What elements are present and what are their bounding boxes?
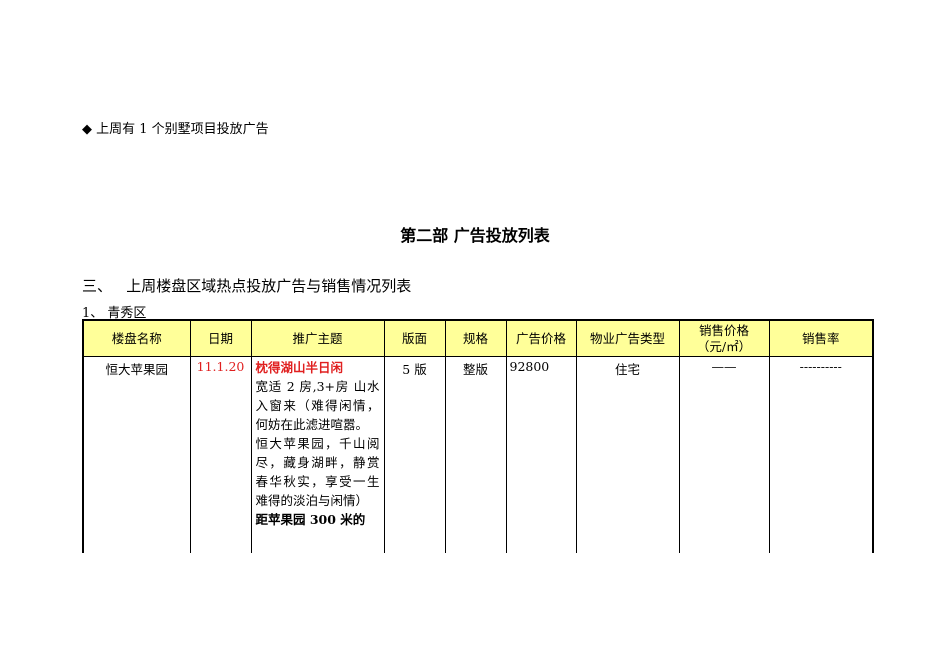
theme-bold-line: 距苹果园 300 米的 <box>255 512 366 527</box>
header-sale-price: 销售价格 （元/㎡） <box>678 319 770 357</box>
cell-type: 住宅 <box>575 356 680 553</box>
cell-price: 92800 <box>505 356 577 553</box>
header-sale-price-label: 销售价格 <box>698 322 749 338</box>
bullet-text: 上周有 1 个别墅项目投放广告 <box>96 122 269 137</box>
cell-date: 11.1.20 <box>189 356 252 553</box>
header-name: 楼盘名称 <box>82 319 191 357</box>
document-page: ◆ 上周有 1 个别墅项目投放广告 第二部 广告投放列表 三、 上周楼盘区域热点… <box>0 0 950 672</box>
section-heading: 三、 上周楼盘区域热点投放广告与销售情况列表 <box>82 277 412 295</box>
cell-sale-rate: ---------- <box>768 356 874 553</box>
cell-theme: 枕得湖山半日闲 宽适 2 房,3+房 山水入窗来（难得闲情，何妨在此滤进喧嚣。 … <box>250 356 385 553</box>
header-size: 规格 <box>444 319 507 357</box>
header-theme: 推广主题 <box>250 319 385 357</box>
header-sale-rate: 销售率 <box>768 319 874 357</box>
cell-size: 整版 <box>444 356 507 553</box>
bullet-line: ◆ 上周有 1 个别墅项目投放广告 <box>82 118 269 137</box>
cell-sale-price: —— <box>678 356 770 553</box>
theme-line: 宽适 2 房,3+房 山水入窗来（难得闲情，何妨在此滤进喧嚣。 <box>255 379 380 432</box>
header-page: 版面 <box>383 319 446 357</box>
ad-table: 楼盘名称 日期 推广主题 版面 规格 广告价格 物业广告类型 销售价格 （元/㎡）… <box>82 319 874 553</box>
header-sale-price-unit: （元/㎡） <box>696 338 752 354</box>
table-header-row: 楼盘名称 日期 推广主题 版面 规格 广告价格 物业广告类型 销售价格 （元/㎡）… <box>82 319 874 357</box>
theme-line: 恒大苹果园，千山阅尽，藏身湖畔，静赏春华秋实，享受一生难得的淡泊与闲情） <box>255 436 380 508</box>
part-title: 第二部 广告投放列表 <box>400 226 550 245</box>
diamond-bullet-icon: ◆ <box>82 122 97 137</box>
header-date: 日期 <box>189 319 252 357</box>
header-type: 物业广告类型 <box>575 319 680 357</box>
cell-page: 5 版 <box>383 356 446 553</box>
header-price: 广告价格 <box>505 319 577 357</box>
table-row: 恒大苹果园 11.1.20 枕得湖山半日闲 宽适 2 房,3+房 山水入窗来（难… <box>82 356 874 553</box>
theme-title: 枕得湖山半日闲 <box>255 360 344 375</box>
cell-name: 恒大苹果园 <box>82 356 191 553</box>
